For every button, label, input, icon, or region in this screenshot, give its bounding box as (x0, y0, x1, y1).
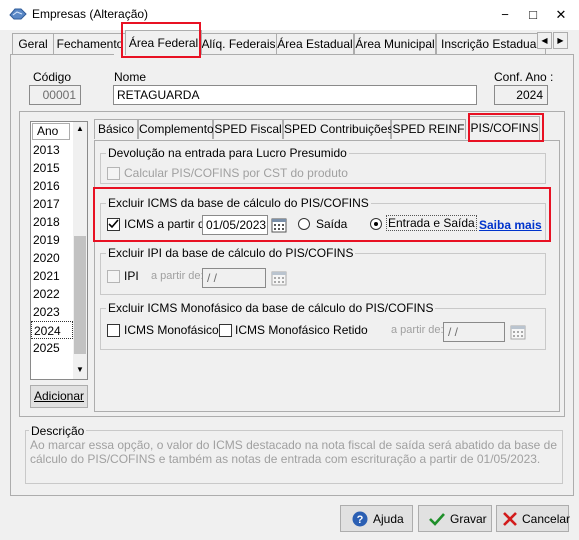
tab-label: Área Estadual (277, 37, 353, 51)
tab-sped-contribuicoes[interactable]: SPED Contribuições (283, 119, 394, 139)
tab-label: Fechamento (56, 37, 124, 51)
tab-area-municipal[interactable]: Área Municipal (354, 33, 436, 54)
year-item[interactable]: 2016 (31, 177, 73, 195)
tab-scroll-right[interactable]: ▶ (553, 32, 568, 49)
tab-fechamento[interactable]: Fechamento (53, 33, 127, 54)
main-tab-strip: Geral Fechamento Área Federal Alíq. Fede… (11, 30, 573, 55)
tab-basico[interactable]: Básico (94, 119, 138, 139)
tab-inscricao-estadual[interactable]: Inscrição Estadual S (436, 33, 546, 54)
ipi-date-input[interactable]: / / (202, 268, 266, 288)
gravar-label: Gravar (450, 512, 487, 526)
tab-label: Complemento (139, 122, 214, 136)
calcular-pis-cofins-checkbox[interactable] (107, 167, 120, 180)
ipi-checkbox[interactable] (107, 270, 120, 283)
cancelar-label: Cancelar (522, 512, 571, 526)
year-item[interactable]: 2018 (31, 213, 73, 231)
tab-sped-fiscal[interactable]: SPED Fiscal (213, 119, 283, 139)
tab-aliq-federais[interactable]: Alíq. Federais (200, 33, 277, 54)
codigo-field: 00001 (29, 85, 81, 105)
tab-label: SPED Contribuições (284, 122, 394, 136)
tab-label: Área Municipal (355, 37, 435, 51)
nome-label: Nome (114, 70, 147, 84)
title-bar: Empresas (Alteração) − □ ✕ (0, 0, 579, 30)
cancelar-button[interactable]: Cancelar (496, 505, 571, 532)
year-item[interactable]: 2022 (31, 285, 73, 303)
ipi-date-label: a partir de: (151, 270, 204, 282)
highlight-area-federal (121, 22, 201, 58)
ipi-label: IPI (124, 269, 139, 283)
icms-mono-date-label: a partir de: (391, 324, 444, 336)
year-item[interactable]: 2013 (31, 141, 73, 159)
year-items: 2013 2015 2016 2017 2018 2019 2020 2021 2022 2023… (31, 141, 73, 379)
year-item[interactable]: 2024 (31, 321, 73, 339)
app-icon (9, 8, 27, 20)
tab-area-estadual[interactable]: Área Estadual (276, 33, 354, 54)
descricao-text: Ao marcar essa opção, o valor do ICMS de… (30, 438, 557, 466)
year-list-header: Ano (32, 123, 70, 140)
tab-label: Geral (18, 37, 48, 51)
minimize-button[interactable]: − (494, 6, 516, 24)
icms-monofasico-checkbox[interactable] (107, 324, 120, 337)
tab-geral[interactable]: Geral (12, 33, 54, 54)
tab-scroll-left[interactable]: ◀ (537, 32, 552, 49)
calcular-pis-cofins-label: Calcular PIS/COFINS por CST do produto (124, 166, 348, 180)
scroll-up-icon[interactable]: ▲ (73, 122, 87, 136)
tab-label: SPED Fiscal (214, 122, 282, 136)
year-item[interactable]: 2020 (31, 249, 73, 267)
year-item[interactable]: 2019 (31, 231, 73, 249)
ajuda-button[interactable]: ? Ajuda (340, 505, 413, 532)
tab-label: Alíq. Federais (201, 37, 276, 51)
excluir-icms-mono-title: Excluir ICMS Monofásico da base de cálcu… (106, 301, 436, 315)
year-item[interactable]: 2015 (31, 159, 73, 177)
year-item[interactable]: 2021 (31, 267, 73, 285)
year-list[interactable]: Ano 2013 2015 2016 2017 2018 2019 2020 2021 2022… (30, 121, 88, 380)
calendar-icon[interactable] (271, 270, 287, 286)
tab-sped-reinf[interactable]: SPED REINF (391, 119, 466, 139)
excluir-ipi-title: Excluir IPI da base de cálculo do PIS/CO… (106, 246, 356, 260)
tab-label: SPED REINF (392, 122, 465, 136)
highlight-pis-cofins (468, 113, 544, 142)
conf-ano-label: Conf. Ano : (494, 70, 554, 84)
help-icon: ? (352, 511, 368, 527)
icms-mono-date-input[interactable]: / / (443, 322, 505, 342)
adicionar-button[interactable]: Adicionar (30, 385, 88, 408)
year-scrollbar[interactable]: ▲ ▼ (73, 122, 87, 379)
scroll-down-icon[interactable]: ▼ (73, 363, 87, 377)
tab-complemento[interactable]: Complemento (138, 119, 214, 139)
tab-label: Básico (97, 122, 135, 136)
svg-text:?: ? (357, 514, 364, 526)
year-item[interactable]: 2023 (31, 303, 73, 321)
calendar-icon[interactable] (510, 324, 526, 340)
close-button[interactable]: ✕ (550, 6, 572, 24)
maximize-button[interactable]: □ (522, 6, 544, 24)
scroll-thumb[interactable] (74, 236, 86, 354)
ajuda-label: Ajuda (373, 512, 404, 526)
icms-monofasico-retido-checkbox[interactable] (219, 324, 232, 337)
checkmark-icon (429, 513, 445, 526)
close-icon (503, 512, 517, 526)
tab-label: Inscrição Estadual S (441, 37, 546, 51)
devolucao-title: Devolução na entrada para Lucro Presumid… (106, 146, 349, 160)
highlight-excluir-icms (93, 187, 551, 242)
nome-field[interactable]: RETAGUARDA (113, 85, 477, 105)
window-title: Empresas (Alteração) (32, 7, 149, 21)
year-item[interactable]: 2025 (31, 339, 73, 357)
icms-monofasico-label: ICMS Monofásico (124, 323, 219, 337)
gravar-button[interactable]: Gravar (418, 505, 492, 532)
year-item[interactable]: 2017 (31, 195, 73, 213)
icms-monofasico-retido-label: ICMS Monofásico Retido (235, 323, 368, 337)
codigo-label: Código (33, 70, 72, 84)
descricao-title: Descrição (29, 424, 87, 438)
conf-ano-field: 2024 (494, 85, 548, 105)
